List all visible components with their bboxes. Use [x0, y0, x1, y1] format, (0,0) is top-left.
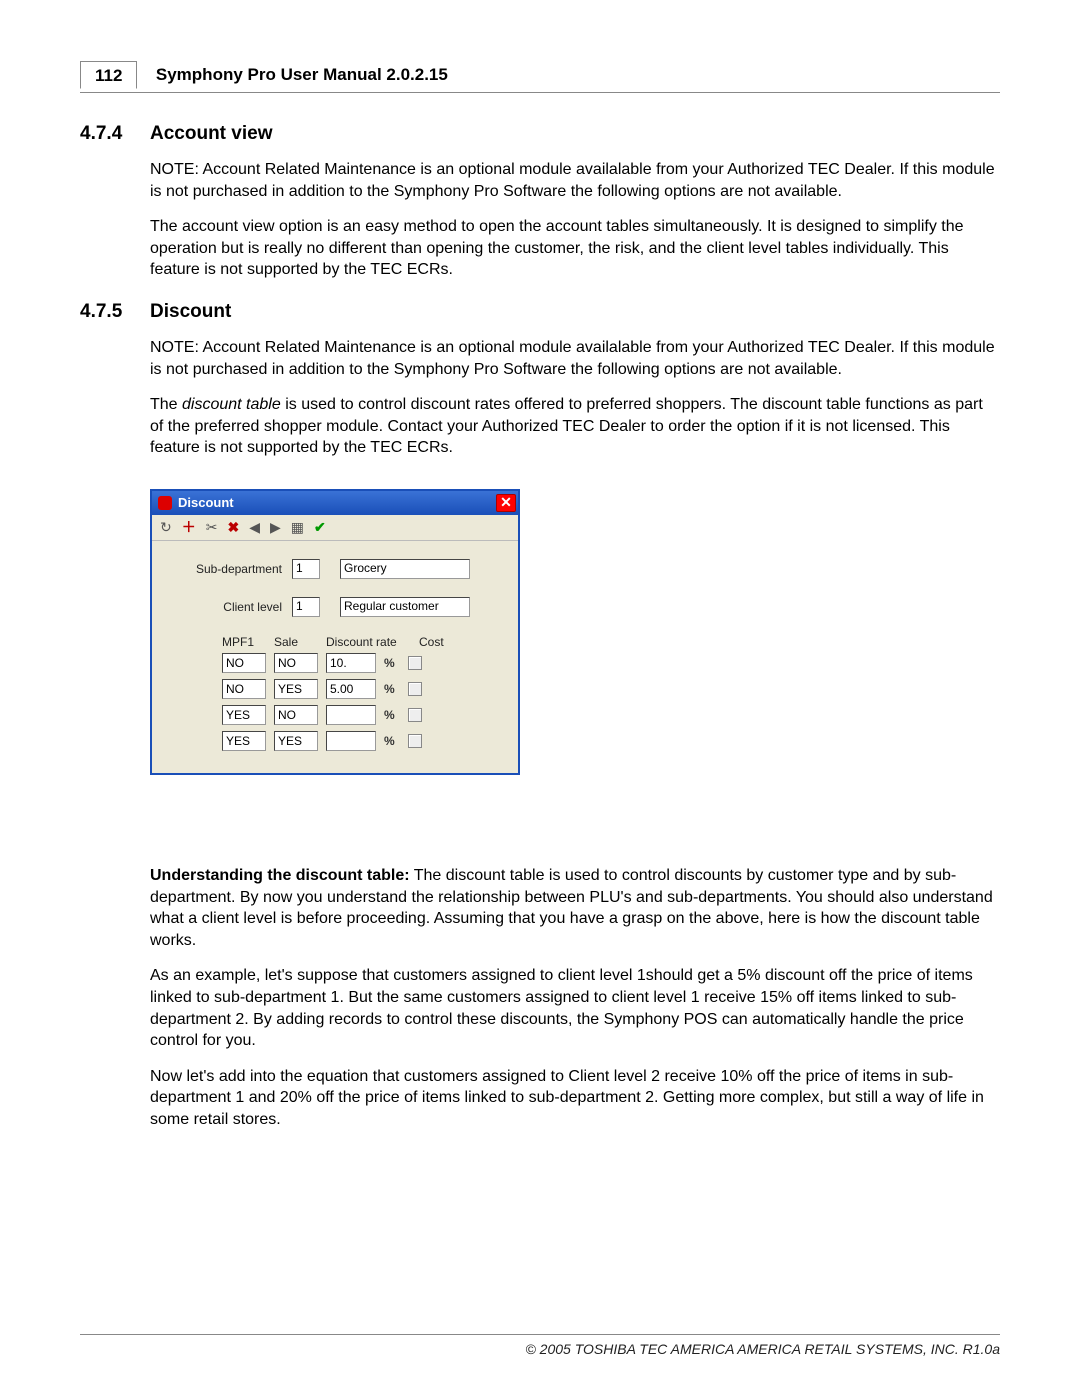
- col-cost: Cost: [419, 635, 459, 649]
- sale-cell[interactable]: YES: [274, 731, 318, 751]
- table-row: NO YES 5.00 %: [222, 679, 508, 699]
- next-icon[interactable]: ▶: [270, 519, 281, 536]
- apply-icon[interactable]: ✔: [314, 519, 326, 536]
- rate-cell[interactable]: 10.: [326, 653, 376, 673]
- prev-icon[interactable]: ◀: [249, 519, 260, 536]
- italic-term: discount table: [182, 396, 281, 413]
- clientlevel-code-input[interactable]: 1: [292, 597, 320, 617]
- manual-title: Symphony Pro User Manual 2.0.2.15: [156, 65, 448, 85]
- discount-dialog: Discount ✕ ↻ ＋ ✂ ✖ ◀ ▶ ▦ ✔ Sub-departmen…: [150, 489, 520, 775]
- plus-icon[interactable]: ＋: [182, 517, 196, 537]
- percent-icon: %: [384, 734, 400, 748]
- rate-cell[interactable]: [326, 705, 376, 725]
- subdept-code-input[interactable]: 1: [292, 559, 320, 579]
- para-lead: Understanding the discount table:: [150, 867, 410, 884]
- understanding-para: Understanding the discount table: The di…: [150, 865, 1000, 951]
- grid-icon[interactable]: ▦: [291, 519, 304, 536]
- table-row: NO NO 10. %: [222, 653, 508, 673]
- example-para-1: As an example, let's suppose that custom…: [150, 965, 1000, 1051]
- cost-checkbox[interactable]: [408, 734, 422, 748]
- rate-cell[interactable]: [326, 731, 376, 751]
- mpf1-cell[interactable]: YES: [222, 705, 266, 725]
- section-number: 4.7.5: [80, 301, 150, 323]
- mpf1-cell[interactable]: NO: [222, 679, 266, 699]
- dialog-title: Discount: [178, 495, 496, 510]
- text-run: The: [150, 396, 182, 413]
- section-475-para: The discount table is used to control di…: [150, 394, 1000, 459]
- table-row: YES YES %: [222, 731, 508, 751]
- dialog-titlebar: Discount ✕: [152, 491, 518, 515]
- cost-checkbox[interactable]: [408, 708, 422, 722]
- close-icon[interactable]: ✕: [496, 494, 516, 512]
- col-sale: Sale: [274, 635, 318, 649]
- section-number: 4.7.4: [80, 123, 150, 145]
- discount-dialog-screenshot: Discount ✕ ↻ ＋ ✂ ✖ ◀ ▶ ▦ ✔ Sub-departmen…: [150, 489, 1000, 775]
- subdept-label: Sub-department: [162, 562, 292, 576]
- col-discount-rate: Discount rate: [326, 635, 411, 649]
- grid-header: MPF1 Sale Discount rate Cost: [222, 635, 508, 649]
- dialog-toolbar: ↻ ＋ ✂ ✖ ◀ ▶ ▦ ✔: [152, 515, 518, 541]
- clientlevel-row: Client level 1 Regular customer: [162, 597, 508, 617]
- section-title: Discount: [150, 301, 231, 323]
- page-header: 112 Symphony Pro User Manual 2.0.2.15: [80, 60, 1000, 93]
- col-mpf1: MPF1: [222, 635, 266, 649]
- sale-cell[interactable]: NO: [274, 705, 318, 725]
- dialog-body: Sub-department 1 Grocery Client level 1 …: [152, 541, 518, 773]
- table-row: YES NO %: [222, 705, 508, 725]
- section-title: Account view: [150, 123, 272, 145]
- discount-grid: MPF1 Sale Discount rate Cost NO NO 10. %…: [222, 635, 508, 751]
- refresh-icon[interactable]: ↻: [160, 519, 172, 536]
- sale-cell[interactable]: YES: [274, 679, 318, 699]
- page-number: 112: [80, 61, 137, 89]
- app-icon: [158, 496, 172, 510]
- clientlevel-name-input[interactable]: Regular customer: [340, 597, 470, 617]
- subdept-name-input[interactable]: Grocery: [340, 559, 470, 579]
- subdept-row: Sub-department 1 Grocery: [162, 559, 508, 579]
- delete-icon[interactable]: ✖: [227, 519, 239, 536]
- cut-icon[interactable]: ✂: [206, 519, 218, 536]
- percent-icon: %: [384, 682, 400, 696]
- percent-icon: %: [384, 656, 400, 670]
- section-475-note: NOTE: Account Related Maintenance is an …: [150, 337, 1000, 380]
- sale-cell[interactable]: NO: [274, 653, 318, 673]
- mpf1-cell[interactable]: NO: [222, 653, 266, 673]
- rate-cell[interactable]: 5.00: [326, 679, 376, 699]
- section-474-note: NOTE: Account Related Maintenance is an …: [150, 159, 1000, 202]
- page-footer: © 2005 TOSHIBA TEC AMERICA AMERICA RETAI…: [80, 1334, 1000, 1357]
- clientlevel-label: Client level: [162, 600, 292, 614]
- mpf1-cell[interactable]: YES: [222, 731, 266, 751]
- section-474-para: The account view option is an easy metho…: [150, 216, 1000, 281]
- example-para-2: Now let's add into the equation that cus…: [150, 1066, 1000, 1131]
- percent-icon: %: [384, 708, 400, 722]
- cost-checkbox[interactable]: [408, 682, 422, 696]
- section-474-heading: 4.7.4 Account view: [80, 123, 1000, 145]
- cost-checkbox[interactable]: [408, 656, 422, 670]
- section-475-heading: 4.7.5 Discount: [80, 301, 1000, 323]
- document-page: 112 Symphony Pro User Manual 2.0.2.15 4.…: [0, 0, 1080, 1397]
